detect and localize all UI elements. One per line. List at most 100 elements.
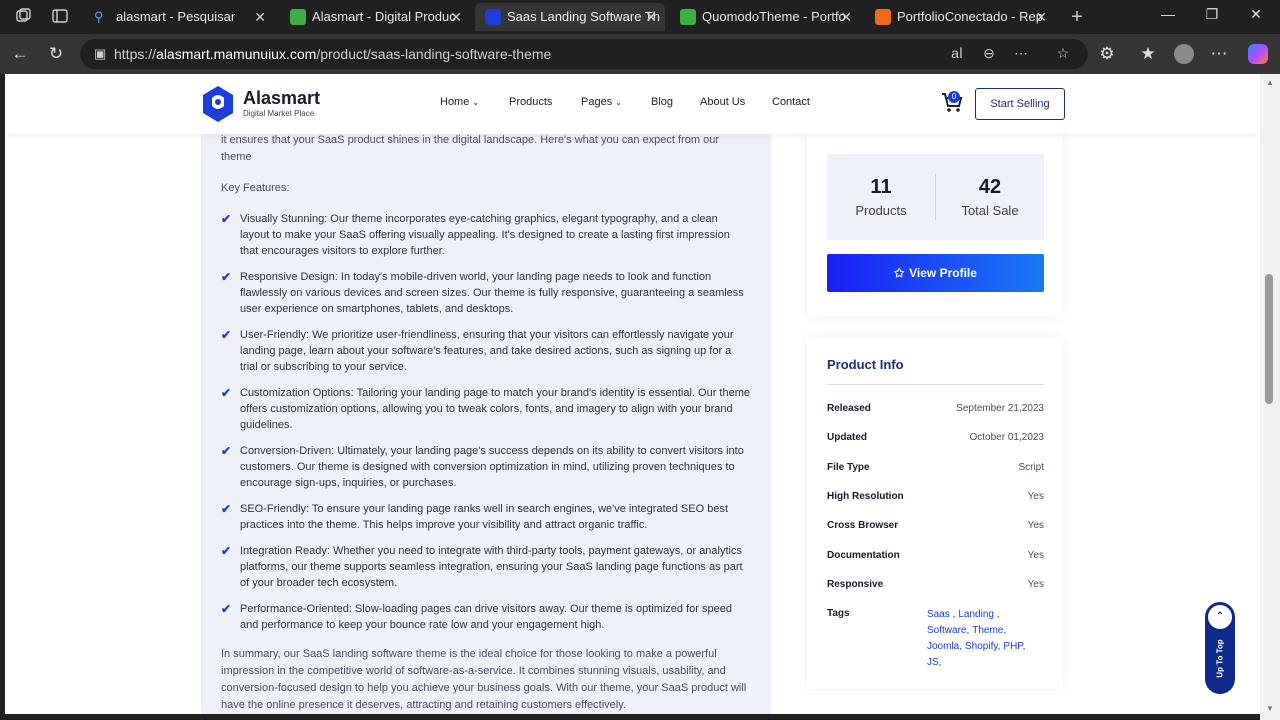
read-aloud-icon[interactable]: aا	[948, 45, 966, 62]
check-icon: ✔	[221, 212, 232, 226]
feature-text: Visually Stunning: Our theme incorporate…	[240, 213, 730, 257]
close-tab-icon[interactable]: ✕	[254, 3, 266, 31]
logo-name[interactable]: Alasmart	[243, 88, 320, 109]
sparkle-icon: ✩	[894, 266, 905, 280]
refresh-icon[interactable]: ↻	[46, 44, 66, 64]
tag-link[interactable]: Shopify,	[965, 641, 1000, 652]
copilot-icon[interactable]	[1248, 44, 1268, 64]
page-scrollbar[interactable]: ▲ ▼	[1260, 74, 1280, 720]
feature-text: Conversion-Driven: Ultimately, your land…	[240, 445, 744, 489]
favorite-icon[interactable]: ☆	[1054, 45, 1072, 62]
info-value: October 01,2023	[969, 432, 1045, 443]
info-value: Yes	[1027, 491, 1044, 502]
url-text[interactable]: https://alasmart.mamunuiux.com/product/s…	[114, 46, 551, 62]
favorites-icon[interactable]: ★	[1138, 44, 1158, 64]
tag-link[interactable]: PHP,	[1003, 641, 1025, 652]
product-info-card: Product Info Released September 21,2023 U…	[807, 337, 1063, 689]
tab-saas-landing[interactable]: Saas Landing Software Th ✕	[475, 3, 665, 31]
tab-alasmart-digital[interactable]: Alasmart - Digital Produc ✕	[280, 3, 470, 31]
check-icon: ✔	[221, 328, 232, 342]
workspaces-icon[interactable]	[14, 7, 34, 27]
tab-portfolioconectado[interactable]: PortfolioConectado - Rep ✕	[865, 3, 1055, 31]
browser-tab-bar: ⚲ alasmart - Pesquisar ✕ Alasmart - Digi…	[0, 0, 1280, 34]
nav-blog[interactable]: Blog	[651, 96, 673, 108]
intro-line: it ensures that your SaaS product shines…	[221, 134, 719, 146]
check-icon: ✔	[221, 502, 232, 516]
close-tab-icon[interactable]: ✕	[840, 3, 852, 31]
close-window-icon[interactable]: ✕	[1246, 6, 1266, 23]
tab-actions-icon[interactable]	[50, 7, 70, 27]
alasmart-logo-icon[interactable]	[200, 84, 236, 124]
key-features-label: Key Features:	[221, 182, 290, 194]
check-icon: ✔	[221, 386, 232, 400]
extensions-icon[interactable]: ⚙	[1097, 44, 1117, 64]
back-icon[interactable]: ←	[10, 44, 30, 64]
address-bar[interactable]: ▣ https://alasmart.mamunuiux.com/product…	[80, 39, 1088, 69]
more-tools-icon[interactable]: ⋯	[1012, 45, 1030, 62]
nav-label: Home	[440, 96, 470, 108]
settings-icon[interactable]: ⋯	[1209, 44, 1229, 64]
close-tab-icon[interactable]: ✕	[1035, 3, 1047, 31]
tab-alasmart-search[interactable]: ⚲ alasmart - Pesquisar ✕	[84, 3, 274, 31]
up-to-top-button[interactable]: ⌃ Up To Top	[1205, 602, 1235, 694]
alasmart-favicon-icon	[485, 9, 501, 25]
tab-title: Alasmart - Digital Produc	[312, 9, 456, 24]
feature-text: Performance-Oriented: Slow-loading pages…	[240, 603, 732, 631]
scrollbar-thumb[interactable]	[1265, 274, 1273, 404]
nav-label: Pages	[581, 96, 613, 108]
info-key: High Resolution	[827, 491, 904, 502]
tag-list: Saas , Landing , Software, Theme, Joomla, S…	[927, 607, 1037, 671]
scroll-down-icon[interactable]: ▼	[1266, 704, 1274, 713]
tag-link[interactable]: JS,	[927, 657, 941, 668]
author-stats: 11 Products 42 Total Sale	[827, 154, 1044, 240]
feature-text: SEO-Friendly: To ensure your landing pag…	[240, 503, 728, 531]
envato-favicon-icon	[290, 9, 306, 25]
new-tab-icon[interactable]: +	[1067, 7, 1087, 27]
info-key: Cross Browser	[827, 520, 899, 531]
nav-contact[interactable]: Contact	[772, 96, 810, 108]
nav-pages[interactable]: Pages ⌄	[581, 96, 622, 108]
info-key: Released	[827, 403, 871, 414]
intro-line: theme	[221, 151, 252, 163]
stats-divider	[935, 174, 936, 220]
cart-count-badge: 0	[948, 91, 960, 103]
feature-text: Customization Options: Tailoring your la…	[240, 387, 750, 431]
close-tab-icon[interactable]: ✕	[645, 3, 657, 31]
divider	[827, 384, 1044, 385]
chevron-up-icon: ⌃	[1208, 605, 1232, 629]
start-selling-button[interactable]: Start Selling	[975, 88, 1065, 120]
minimize-icon[interactable]: —	[1158, 6, 1178, 22]
nav-home[interactable]: Home ⌄	[440, 96, 479, 108]
tag-link[interactable]: Saas ,	[927, 609, 955, 620]
restore-icon[interactable]: ❐	[1202, 6, 1222, 23]
info-key: File Type	[827, 462, 870, 473]
tag-link[interactable]: Theme,	[972, 625, 1006, 636]
feature-text: Responsive Design: In today's mobile-dri…	[240, 271, 744, 315]
close-tab-icon[interactable]: ✕	[450, 3, 462, 31]
tab-quomodotheme[interactable]: QuomodoTheme - Portfo ✕	[670, 3, 860, 31]
nav-about-us[interactable]: About Us	[700, 96, 745, 108]
tag-link[interactable]: Joomla,	[927, 641, 962, 652]
check-icon: ✔	[221, 602, 232, 616]
feature-text: User-Friendly: We prioritize user-friend…	[240, 329, 734, 373]
view-profile-button[interactable]: ✩ View Profile	[827, 254, 1044, 292]
products-count: 11	[870, 176, 892, 198]
site-header: Alasmart Digital Market Place Home ⌄ Prod…	[5, 74, 1260, 134]
scroll-up-icon[interactable]: ▲	[1266, 78, 1274, 87]
site-info-icon[interactable]: ▣	[94, 46, 106, 62]
nav-products[interactable]: Products	[509, 96, 552, 108]
tag-link[interactable]: Landing ,	[958, 609, 999, 620]
info-value: Script	[1018, 462, 1044, 473]
info-key: Tags	[827, 608, 850, 619]
info-value: Yes	[1027, 550, 1044, 561]
logo-tagline: Digital Market Place	[243, 109, 315, 118]
info-value: Yes	[1027, 579, 1044, 590]
tag-link[interactable]: Software,	[927, 625, 969, 636]
profile-icon[interactable]	[1174, 44, 1194, 64]
total-sale-label: Total Sale	[961, 203, 1019, 218]
up-to-top-label: Up To Top	[1215, 639, 1225, 678]
zoom-icon[interactable]: ⊖	[980, 45, 998, 62]
chevron-down-icon: ⌄	[615, 98, 622, 107]
info-key: Responsive	[827, 579, 884, 590]
envato-favicon-icon	[680, 9, 696, 25]
